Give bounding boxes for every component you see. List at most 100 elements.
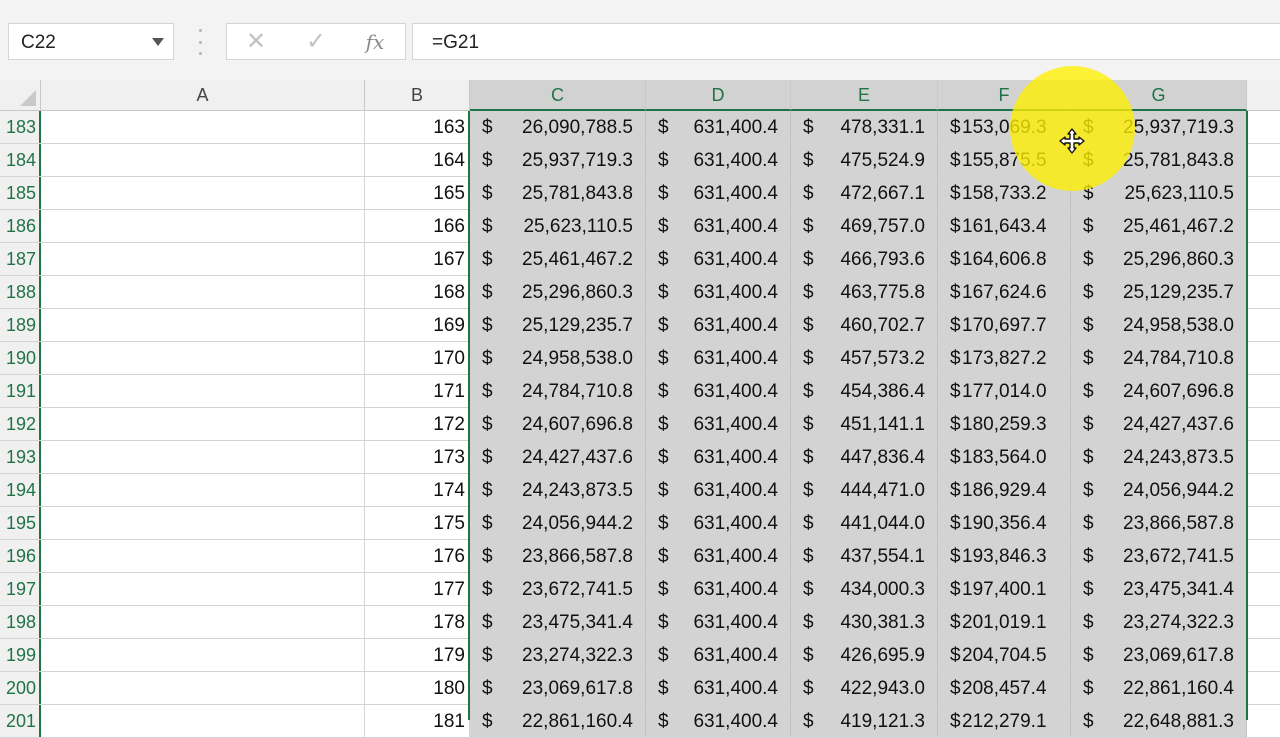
column-header-f[interactable]: F	[938, 80, 1071, 111]
cell-f[interactable]: $155,875.5	[938, 144, 1071, 176]
cell-e[interactable]: $457,573.2	[791, 342, 938, 374]
cell-f[interactable]: $193,846.3	[938, 540, 1071, 572]
cell-a[interactable]	[41, 639, 365, 671]
row-header[interactable]: 199	[0, 639, 41, 671]
cell-g[interactable]: $23,069,617.8	[1071, 639, 1247, 671]
cell-e[interactable]: $469,757.0	[791, 210, 938, 242]
cell-c[interactable]: $23,866,587.8	[470, 540, 646, 572]
row-header[interactable]: 183	[0, 111, 41, 143]
cell-e[interactable]: $426,695.9	[791, 639, 938, 671]
formula-bar-resize-handle[interactable]	[197, 29, 203, 55]
cell-d[interactable]: $631,400.4	[646, 276, 791, 308]
cell-a[interactable]	[41, 342, 365, 374]
cell-e[interactable]: $447,836.4	[791, 441, 938, 473]
cell-e[interactable]: $478,331.1	[791, 111, 938, 143]
cell-b[interactable]: 180	[365, 672, 470, 704]
column-header-e[interactable]: E	[791, 80, 938, 111]
name-box[interactable]: C22	[8, 23, 174, 60]
cell-e[interactable]: $451,141.1	[791, 408, 938, 440]
cell-d[interactable]: $631,400.4	[646, 375, 791, 407]
cell-f[interactable]: $158,733.2	[938, 177, 1071, 209]
cell-g[interactable]: $23,475,341.4	[1071, 573, 1247, 605]
cell-b[interactable]: 165	[365, 177, 470, 209]
cell-a[interactable]	[41, 210, 365, 242]
cell-g[interactable]: $25,781,843.8	[1071, 144, 1247, 176]
cell-c[interactable]: $25,781,843.8	[470, 177, 646, 209]
cell-b[interactable]: 171	[365, 375, 470, 407]
cell-e[interactable]: $454,386.4	[791, 375, 938, 407]
row-header[interactable]: 189	[0, 309, 41, 341]
cell-b[interactable]: 178	[365, 606, 470, 638]
column-header-a[interactable]: A	[41, 80, 365, 110]
cell-c[interactable]: $22,861,160.4	[470, 705, 646, 737]
cell-f[interactable]: $180,259.3	[938, 408, 1071, 440]
row-header[interactable]: 201	[0, 705, 41, 737]
cell-b[interactable]: 168	[365, 276, 470, 308]
cell-b[interactable]: 173	[365, 441, 470, 473]
cell-c[interactable]: $23,475,341.4	[470, 606, 646, 638]
check-icon[interactable]: ✓	[299, 28, 333, 56]
cell-c[interactable]: $24,784,710.8	[470, 375, 646, 407]
cell-f[interactable]: $201,019.1	[938, 606, 1071, 638]
cell-c[interactable]: $23,069,617.8	[470, 672, 646, 704]
cell-d[interactable]: $631,400.4	[646, 243, 791, 275]
cell-g[interactable]: $23,274,322.3	[1071, 606, 1247, 638]
cell-b[interactable]: 176	[365, 540, 470, 572]
cell-e[interactable]: $419,121.3	[791, 705, 938, 737]
cell-e[interactable]: $437,554.1	[791, 540, 938, 572]
cell-d[interactable]: $631,400.4	[646, 573, 791, 605]
cell-e[interactable]: $472,667.1	[791, 177, 938, 209]
cell-a[interactable]	[41, 177, 365, 209]
cell-a[interactable]	[41, 144, 365, 176]
cell-f[interactable]: $153,069.3	[938, 111, 1071, 143]
cell-d[interactable]: $631,400.4	[646, 342, 791, 374]
cell-f[interactable]: $204,704.5	[938, 639, 1071, 671]
cell-d[interactable]: $631,400.4	[646, 144, 791, 176]
cell-a[interactable]	[41, 540, 365, 572]
cell-a[interactable]	[41, 474, 365, 506]
cell-a[interactable]	[41, 507, 365, 539]
cell-c[interactable]: $25,461,467.2	[470, 243, 646, 275]
row-header[interactable]: 200	[0, 672, 41, 704]
cell-d[interactable]: $631,400.4	[646, 408, 791, 440]
cell-c[interactable]: $23,672,741.5	[470, 573, 646, 605]
cell-a[interactable]	[41, 243, 365, 275]
cell-d[interactable]: $631,400.4	[646, 309, 791, 341]
close-icon[interactable]: ✕	[239, 28, 273, 56]
cell-f[interactable]: $197,400.1	[938, 573, 1071, 605]
cell-d[interactable]: $631,400.4	[646, 111, 791, 143]
cell-g[interactable]: $22,648,881.3	[1071, 705, 1247, 737]
cell-a[interactable]	[41, 705, 365, 737]
cell-d[interactable]: $631,400.4	[646, 210, 791, 242]
cell-b[interactable]: 175	[365, 507, 470, 539]
cell-c[interactable]: $24,056,944.2	[470, 507, 646, 539]
cell-f[interactable]: $161,643.4	[938, 210, 1071, 242]
cell-a[interactable]	[41, 111, 365, 143]
cell-a[interactable]	[41, 672, 365, 704]
cell-f[interactable]: $212,279.1	[938, 705, 1071, 737]
cell-f[interactable]: $170,697.7	[938, 309, 1071, 341]
cell-f[interactable]: $186,929.4	[938, 474, 1071, 506]
row-header[interactable]: 193	[0, 441, 41, 473]
row-header[interactable]: 198	[0, 606, 41, 638]
cell-f[interactable]: $183,564.0	[938, 441, 1071, 473]
cell-e[interactable]: $466,793.6	[791, 243, 938, 275]
chevron-down-icon[interactable]	[152, 38, 164, 46]
cell-g[interactable]: $24,784,710.8	[1071, 342, 1247, 374]
cell-e[interactable]: $475,524.9	[791, 144, 938, 176]
cell-g[interactable]: $25,623,110.5	[1071, 177, 1247, 209]
cell-d[interactable]: $631,400.4	[646, 441, 791, 473]
cell-d[interactable]: $631,400.4	[646, 177, 791, 209]
row-header[interactable]: 192	[0, 408, 41, 440]
cell-e[interactable]: $434,000.3	[791, 573, 938, 605]
cell-f[interactable]: $208,457.4	[938, 672, 1071, 704]
row-header[interactable]: 191	[0, 375, 41, 407]
cell-f[interactable]: $190,356.4	[938, 507, 1071, 539]
cell-d[interactable]: $631,400.4	[646, 672, 791, 704]
cell-g[interactable]: $24,607,696.8	[1071, 375, 1247, 407]
row-header[interactable]: 195	[0, 507, 41, 539]
cell-b[interactable]: 181	[365, 705, 470, 737]
select-all-button[interactable]	[0, 80, 41, 110]
cell-b[interactable]: 169	[365, 309, 470, 341]
cell-f[interactable]: $167,624.6	[938, 276, 1071, 308]
